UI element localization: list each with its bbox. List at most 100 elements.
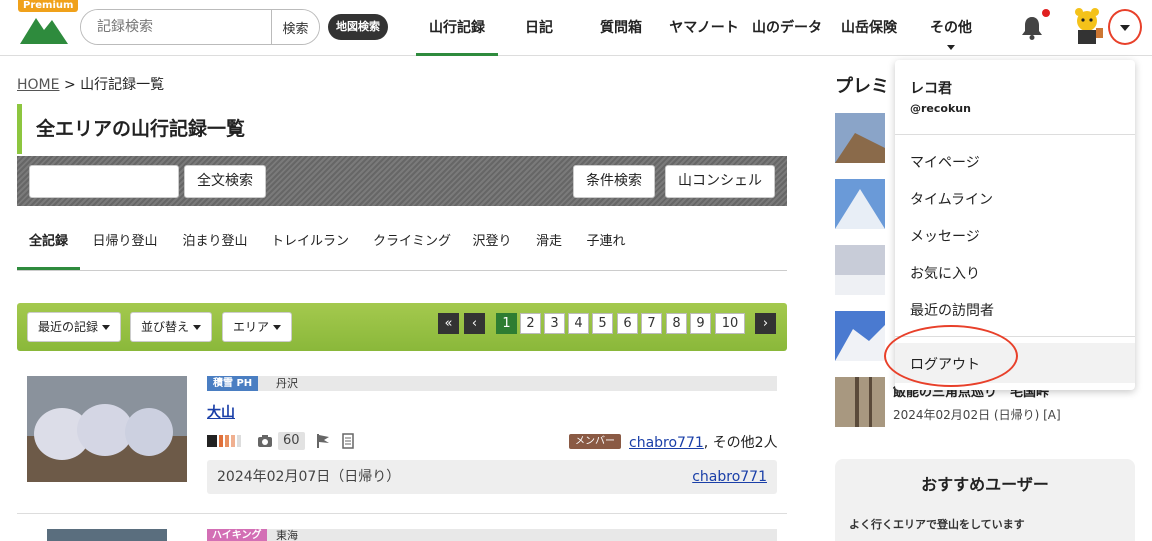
tab-sawanobori[interactable]: 沢登り: [469, 222, 515, 270]
chevron-down-icon: [193, 325, 202, 330]
map-search-button[interactable]: 地図検索: [328, 14, 388, 40]
menu-divider: [895, 134, 1135, 135]
page-title: 全エリアの山行記録一覧: [17, 104, 787, 154]
list-toolbar: 最近の記録 並び替え エリア « ‹ 1 2 3 4 5 6 7 8 9 10 …: [17, 303, 787, 351]
tab-daytrip[interactable]: 日帰り登山: [85, 222, 165, 270]
next-page-button[interactable]: ›: [755, 313, 776, 334]
member-link[interactable]: chabro771: [629, 435, 704, 451]
prev-page-button[interactable]: ‹: [464, 313, 485, 334]
menu-item-mypage[interactable]: マイページ: [910, 152, 980, 172]
sort-dropdown-label: 並び替え: [141, 320, 190, 334]
menu-item-recent-visitors[interactable]: 最近の訪問者: [910, 300, 994, 320]
sidebar-title: プレミ: [835, 76, 889, 97]
nav-item-mountain-data[interactable]: 山のデータ: [746, 0, 828, 56]
nav-item-qa[interactable]: 質問箱: [580, 0, 662, 56]
page-4[interactable]: 4: [568, 313, 589, 334]
record-thumbnail[interactable]: [27, 376, 187, 482]
bell-icon[interactable]: [1018, 14, 1046, 42]
tab-overnight[interactable]: 泊まり登山: [175, 222, 255, 270]
category-badge: 積雪 PH: [207, 376, 259, 391]
page-8[interactable]: 8: [666, 313, 687, 334]
tab-all[interactable]: 全記録: [17, 222, 80, 270]
recommended-users-subtitle: よく行くエリアで登山をしています: [849, 518, 1025, 531]
camera-icon: [258, 435, 272, 447]
recommended-users-panel: おすすめユーザー よく行くエリアで登山をしています: [835, 459, 1135, 541]
chevron-down-icon: [102, 325, 111, 330]
breadcrumb-current: 山行記録一覧: [80, 77, 165, 93]
record-area[interactable]: 丹沢: [276, 376, 298, 391]
record-search: 検索: [80, 9, 320, 45]
concierge-button[interactable]: 山コンシェル: [665, 165, 775, 198]
page-10[interactable]: 10: [715, 313, 745, 334]
record-members: chabro771, その他2人: [629, 432, 778, 452]
first-page-button[interactable]: «: [438, 313, 459, 334]
record-search-input[interactable]: [81, 10, 271, 44]
sidebar-thumbnail[interactable]: [835, 377, 885, 427]
record-search-bar: 全文検索 条件検索 山コンシェル: [17, 156, 787, 206]
recommended-users-title: おすすめユーザー: [921, 475, 1049, 494]
premium-badge: Premium: [18, 0, 79, 12]
sort-dropdown[interactable]: 並び替え: [130, 312, 213, 342]
record-thumbnail[interactable]: [47, 529, 167, 541]
recent-dropdown-label: 最近の記録: [38, 320, 99, 334]
record-date: 2024年02月07日（日帰り）: [217, 469, 401, 485]
page-6[interactable]: 6: [617, 313, 638, 334]
recent-dropdown[interactable]: 最近の記録: [27, 312, 122, 342]
nav-item-other-label: その他: [930, 20, 972, 36]
breadcrumb-home-link[interactable]: HOME: [17, 77, 59, 93]
page-1[interactable]: 1: [496, 313, 517, 334]
main-nav: 山行記録 日記 質問箱 ヤマノート 山のデータ 山岳保険 その他: [416, 0, 992, 56]
record-type-tabs: 全記録 日帰り登山 泊まり登山 トレイルラン クライミング 沢登り 滑走 子連れ: [17, 222, 787, 271]
area-dropdown-label: エリア: [233, 320, 270, 334]
chevron-down-icon: [947, 45, 955, 50]
fulltext-search-button[interactable]: 全文検索: [184, 165, 266, 198]
sidebar-thumbnail[interactable]: [835, 245, 885, 295]
record-author-link[interactable]: chabro771: [692, 460, 767, 494]
record-footer: 2024年02月07日（日帰り） chabro771: [207, 460, 777, 494]
breadcrumb-separator: >: [63, 77, 76, 93]
chevron-down-icon: [273, 325, 282, 330]
nav-item-diary[interactable]: 日記: [498, 0, 580, 56]
sidebar-thumbnail[interactable]: [835, 179, 885, 229]
sidebar-record-date: 2024年02月02日 (日帰り) [A]: [893, 408, 1061, 422]
nav-item-other[interactable]: その他: [910, 0, 992, 56]
site-header: Premium 検索 地図検索 山行記録 日記 質問箱 ヤマノート 山のデータ …: [0, 0, 1152, 56]
sidebar-thumbnail[interactable]: [835, 311, 885, 361]
nav-item-records[interactable]: 山行記録: [416, 0, 498, 56]
sidebar-thumbnail[interactable]: [835, 113, 885, 163]
record-title-link[interactable]: 大山: [207, 402, 235, 422]
user-menu-toggle[interactable]: [1108, 9, 1142, 45]
tab-skiing[interactable]: 滑走: [529, 222, 569, 270]
tab-trailrun[interactable]: トレイルラン: [265, 222, 355, 270]
page-3[interactable]: 3: [544, 313, 565, 334]
user-handle: @recokun: [910, 102, 971, 115]
record-category-row: 積雪 PH 丹沢: [207, 376, 777, 391]
annotation-circle: [884, 325, 1018, 387]
fulltext-search-input[interactable]: [29, 165, 179, 198]
flag-icon: [316, 434, 329, 448]
member-others: , その他2人: [703, 435, 778, 451]
area-dropdown[interactable]: エリア: [222, 312, 293, 342]
tab-climbing[interactable]: クライミング: [365, 222, 459, 270]
document-icon: [341, 433, 354, 449]
member-badge: メンバー: [569, 434, 621, 449]
tab-with-kids[interactable]: 子連れ: [581, 222, 631, 270]
nav-item-insurance[interactable]: 山岳保険: [828, 0, 910, 56]
record-icons: 60: [207, 432, 355, 450]
record-search-button[interactable]: 検索: [271, 10, 319, 44]
menu-item-favorites[interactable]: お気に入り: [910, 263, 980, 283]
user-name: レコ君: [910, 81, 952, 97]
notification-dot: [1042, 9, 1050, 17]
record-divider: [17, 513, 787, 514]
menu-item-messages[interactable]: メッセージ: [910, 226, 980, 246]
nav-item-yamanote[interactable]: ヤマノート: [662, 0, 746, 56]
record-area[interactable]: 東海: [276, 529, 298, 541]
page-5[interactable]: 5: [592, 313, 613, 334]
menu-item-timeline[interactable]: タイムライン: [910, 189, 993, 209]
photo-count: 60: [278, 432, 305, 450]
avatar[interactable]: [1072, 8, 1106, 48]
condition-search-button[interactable]: 条件検索: [573, 165, 655, 198]
page-2[interactable]: 2: [520, 313, 541, 334]
page-9[interactable]: 9: [690, 313, 711, 334]
page-7[interactable]: 7: [641, 313, 662, 334]
